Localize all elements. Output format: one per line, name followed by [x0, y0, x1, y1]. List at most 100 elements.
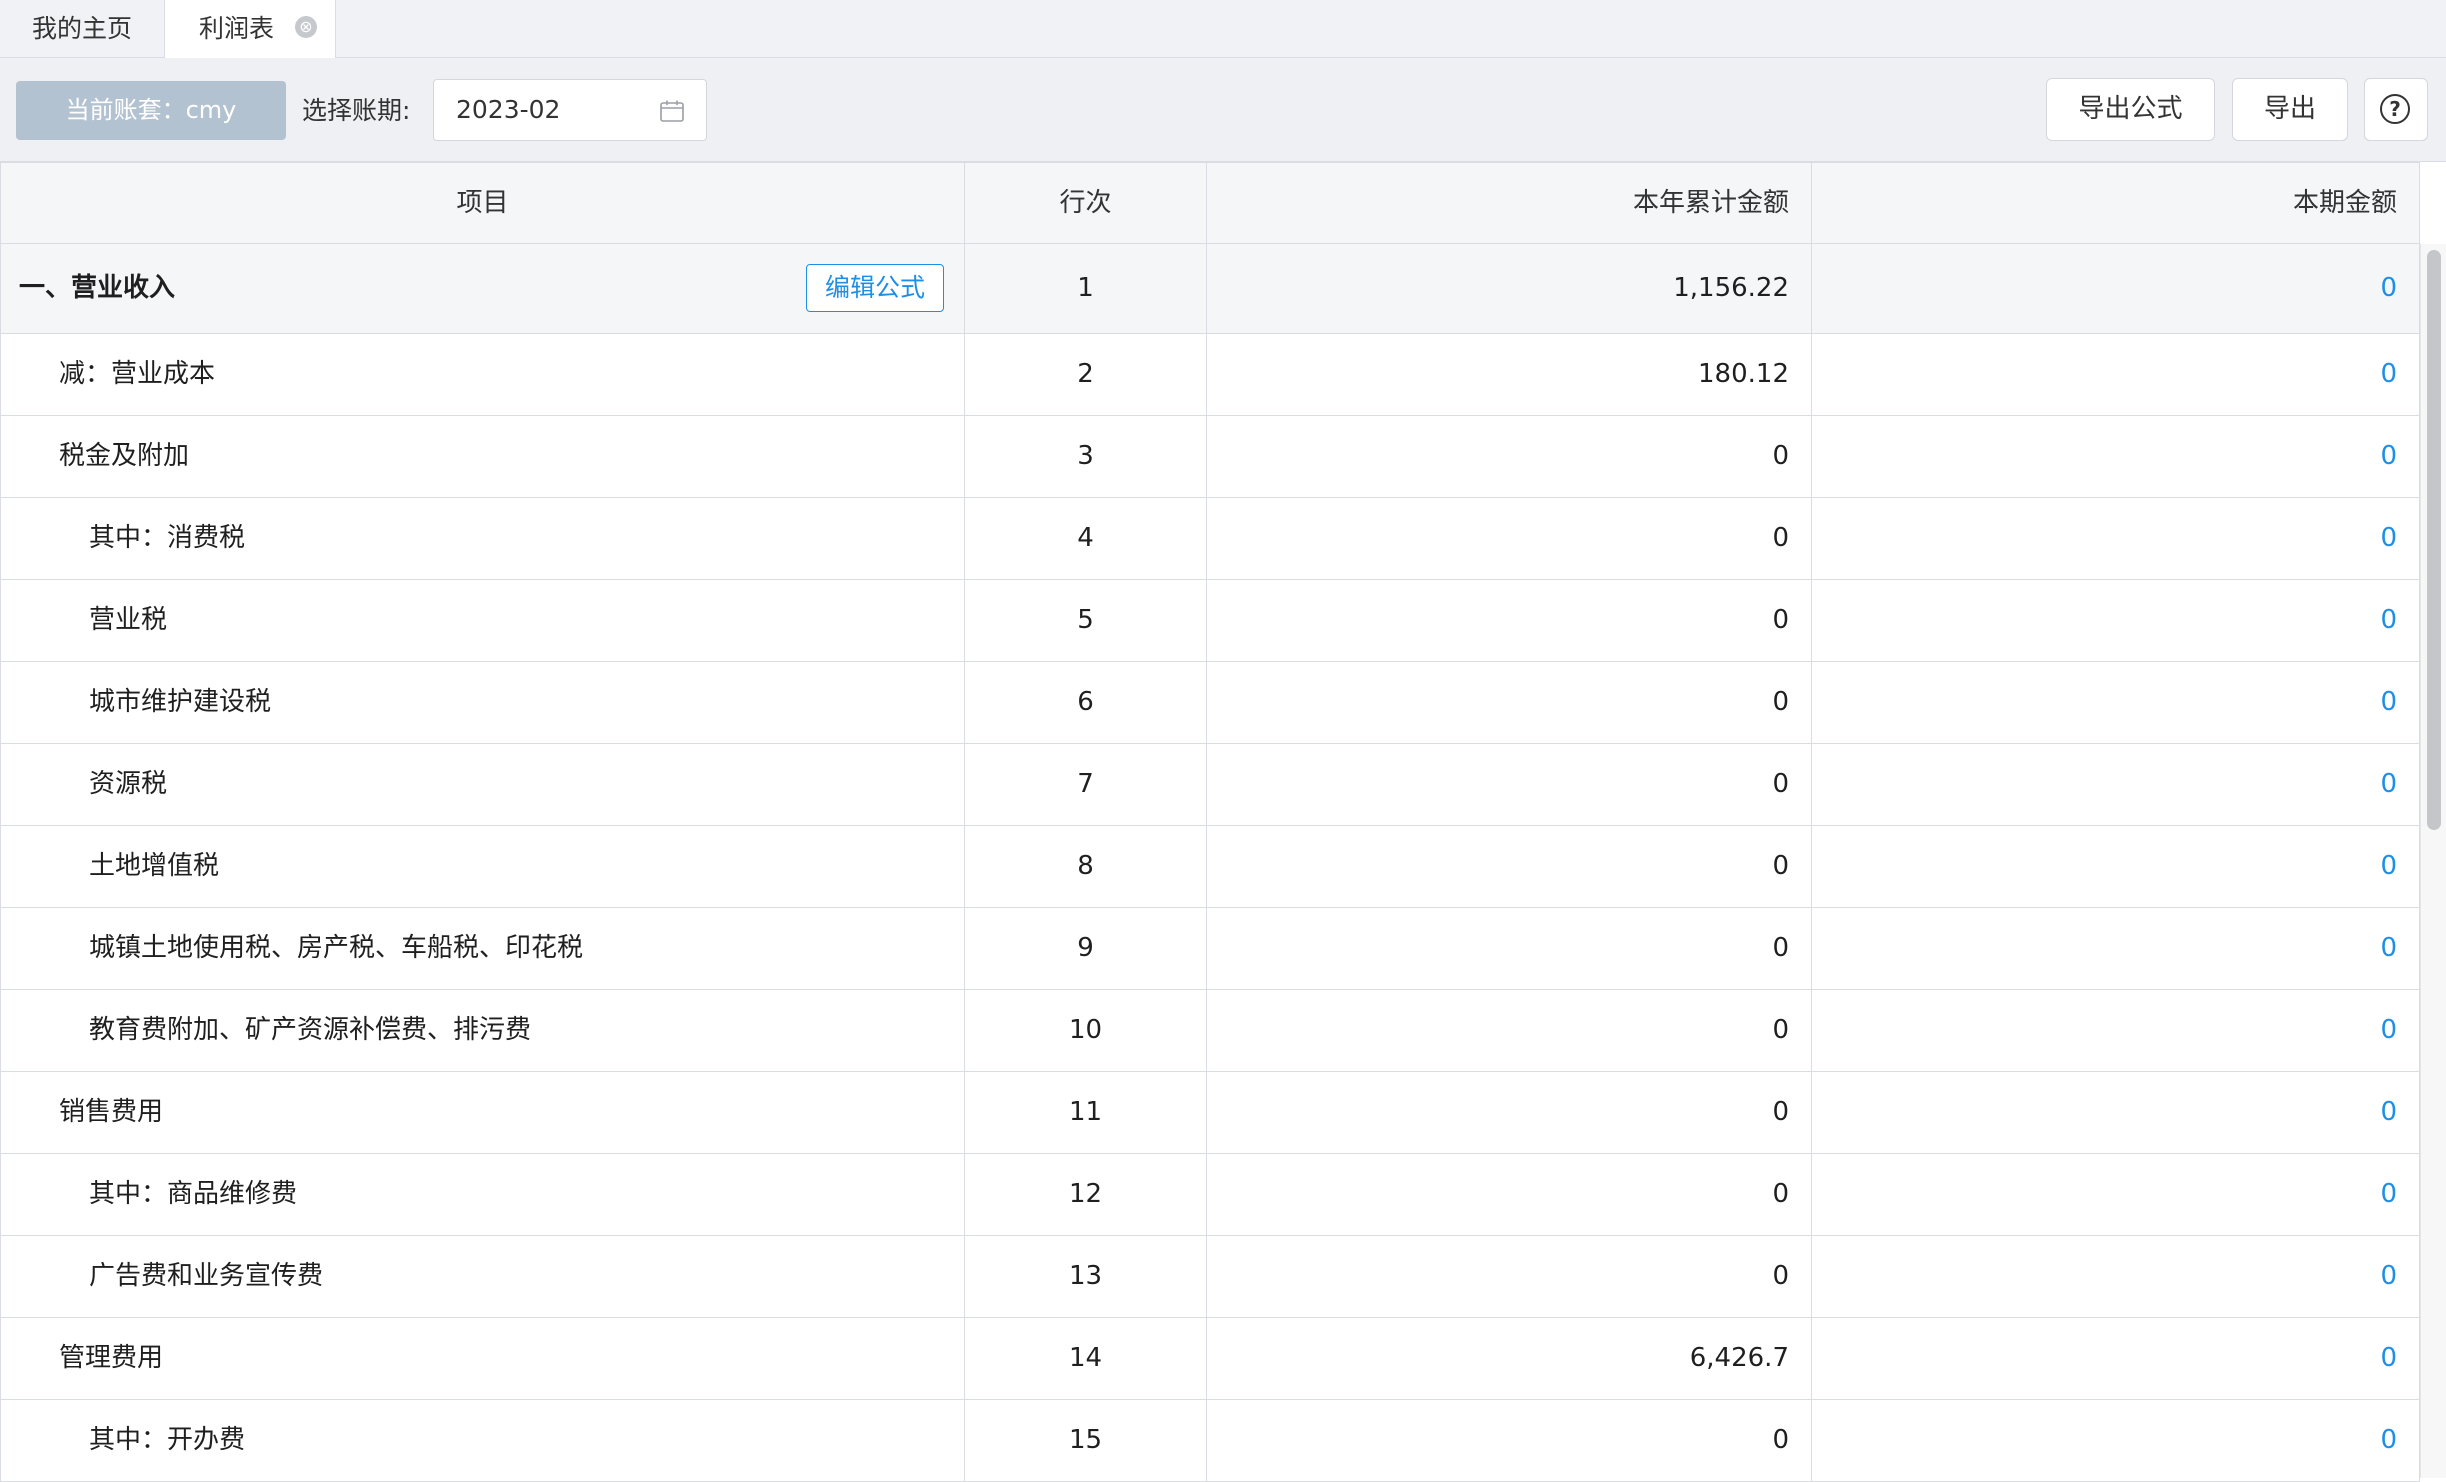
cell-line-number: 6: [965, 662, 1207, 743]
period-amount-link[interactable]: 0: [2380, 1425, 2397, 1455]
item-name: 营业税: [89, 605, 168, 635]
cell-ytd-amount: 180.12: [1207, 334, 1812, 415]
cell-line-number: 12: [965, 1154, 1207, 1235]
period-amount-link[interactable]: 0: [2380, 523, 2397, 553]
table-row[interactable]: 城镇土地使用税、房产税、车船税、印花税 9 0 0: [0, 908, 2420, 990]
header-ytd-amount: 本年累计金额: [1207, 163, 1812, 243]
period-amount-link[interactable]: 0: [2380, 851, 2397, 881]
period-amount-link[interactable]: 0: [2380, 933, 2397, 963]
cell-period-amount[interactable]: 0: [1812, 990, 2420, 1071]
period-amount-link[interactable]: 0: [2380, 1261, 2397, 1291]
export-formula-button[interactable]: 导出公式: [2046, 78, 2215, 141]
item-name: 其中：开办费: [89, 1425, 246, 1455]
cell-ytd-amount: 0: [1207, 1154, 1812, 1235]
tab-home[interactable]: 我的主页: [0, 0, 164, 58]
close-icon[interactable]: ⊗: [295, 16, 317, 38]
table-header: 项目 行次 本年累计金额 本期金额: [0, 162, 2420, 244]
table-row[interactable]: 城市维护建设税 6 0 0: [0, 662, 2420, 744]
table-row[interactable]: 其中：消费税 4 0 0: [0, 498, 2420, 580]
table-row[interactable]: 一、营业收入 编辑公式 1 1,156.22 0: [0, 244, 2420, 334]
cell-ytd-amount: 0: [1207, 1400, 1812, 1481]
table-row[interactable]: 税金及附加 3 0 0: [0, 416, 2420, 498]
period-amount-link[interactable]: 0: [2380, 1015, 2397, 1045]
cell-period-amount[interactable]: 0: [1812, 1318, 2420, 1399]
cell-line-number: 7: [965, 744, 1207, 825]
export-button[interactable]: 导出: [2232, 78, 2348, 141]
cell-item: 土地增值税: [0, 826, 965, 907]
current-account-button[interactable]: 当前账套：cmy: [16, 81, 286, 140]
calendar-icon: [660, 100, 684, 122]
period-date-picker[interactable]: 2023-02: [433, 79, 707, 141]
tab-bar: 我的主页 利润表 ⊗: [0, 0, 2446, 59]
cell-line-number: 1: [965, 244, 1207, 333]
table-row[interactable]: 其中：商品维修费 12 0 0: [0, 1154, 2420, 1236]
cell-line-number: 13: [965, 1236, 1207, 1317]
cell-line-number: 9: [965, 908, 1207, 989]
period-amount-link[interactable]: 0: [2380, 769, 2397, 799]
table-row[interactable]: 减：营业成本 2 180.12 0: [0, 334, 2420, 416]
cell-ytd-amount: 0: [1207, 498, 1812, 579]
period-value: 2023-02: [456, 95, 561, 124]
cell-item: 广告费和业务宣传费: [0, 1236, 965, 1317]
cell-period-amount[interactable]: 0: [1812, 908, 2420, 989]
cell-period-amount[interactable]: 0: [1812, 662, 2420, 743]
cell-period-amount[interactable]: 0: [1812, 744, 2420, 825]
item-name: 教育费附加、矿产资源补偿费、排污费: [89, 1015, 532, 1045]
cell-period-amount[interactable]: 0: [1812, 1072, 2420, 1153]
help-icon: ?: [2380, 94, 2410, 124]
table-row[interactable]: 销售费用 11 0 0: [0, 1072, 2420, 1154]
item-name: 城镇土地使用税、房产税、车船税、印花税: [89, 933, 584, 963]
item-name: 税金及附加: [59, 441, 190, 471]
period-amount-link[interactable]: 0: [2380, 687, 2397, 717]
period-amount-link[interactable]: 0: [2380, 605, 2397, 635]
cell-ytd-amount: 0: [1207, 908, 1812, 989]
cell-ytd-amount: 0: [1207, 1236, 1812, 1317]
cell-period-amount[interactable]: 0: [1812, 244, 2420, 333]
cell-ytd-amount: 6,426.7: [1207, 1318, 1812, 1399]
cell-line-number: 14: [965, 1318, 1207, 1399]
cell-period-amount[interactable]: 0: [1812, 826, 2420, 907]
table-row[interactable]: 资源税 7 0 0: [0, 744, 2420, 826]
table-row[interactable]: 广告费和业务宣传费 13 0 0: [0, 1236, 2420, 1318]
cell-item: 资源税: [0, 744, 965, 825]
vertical-scrollbar[interactable]: [2420, 244, 2446, 1478]
cell-period-amount[interactable]: 0: [1812, 1236, 2420, 1317]
cell-item: 营业税: [0, 580, 965, 661]
table-row[interactable]: 管理费用 14 6,426.7 0: [0, 1318, 2420, 1400]
table-row[interactable]: 教育费附加、矿产资源补偿费、排污费 10 0 0: [0, 990, 2420, 1072]
cell-item: 其中：商品维修费: [0, 1154, 965, 1235]
cell-item: 管理费用: [0, 1318, 965, 1399]
table-row[interactable]: 土地增值税 8 0 0: [0, 826, 2420, 908]
cell-period-amount[interactable]: 0: [1812, 498, 2420, 579]
tab-income-statement[interactable]: 利润表 ⊗: [164, 0, 336, 59]
cell-period-amount[interactable]: 0: [1812, 1400, 2420, 1481]
cell-ytd-amount: 0: [1207, 990, 1812, 1071]
cell-item: 税金及附加: [0, 416, 965, 497]
period-amount-link[interactable]: 0: [2380, 1097, 2397, 1127]
cell-line-number: 10: [965, 990, 1207, 1071]
period-amount-link[interactable]: 0: [2380, 441, 2397, 471]
cell-period-amount[interactable]: 0: [1812, 416, 2420, 497]
cell-period-amount[interactable]: 0: [1812, 1154, 2420, 1235]
help-button[interactable]: ?: [2364, 78, 2428, 141]
cell-item: 城市维护建设税: [0, 662, 965, 743]
item-name: 其中：商品维修费: [89, 1179, 298, 1209]
scroll-thumb[interactable]: [2427, 250, 2441, 830]
cell-line-number: 8: [965, 826, 1207, 907]
period-amount-link[interactable]: 0: [2380, 1179, 2397, 1209]
item-name: 其中：消费税: [89, 523, 246, 553]
cell-item: 减：营业成本: [0, 334, 965, 415]
cell-ytd-amount: 0: [1207, 580, 1812, 661]
cell-period-amount[interactable]: 0: [1812, 580, 2420, 661]
period-amount-link[interactable]: 0: [2380, 359, 2397, 389]
toolbar: 当前账套：cmy 选择账期: 2023-02 导出公式 导出 ?: [0, 58, 2446, 162]
header-item: 项目: [0, 163, 965, 243]
edit-formula-button[interactable]: 编辑公式: [806, 264, 944, 312]
table-row[interactable]: 其中：开办费 15 0 0: [0, 1400, 2420, 1482]
item-name: 一、营业收入: [19, 273, 176, 303]
cell-item: 教育费附加、矿产资源补偿费、排污费: [0, 990, 965, 1071]
period-amount-link[interactable]: 0: [2380, 1343, 2397, 1373]
cell-period-amount[interactable]: 0: [1812, 334, 2420, 415]
table-row[interactable]: 营业税 5 0 0: [0, 580, 2420, 662]
period-amount-link[interactable]: 0: [2380, 273, 2397, 303]
